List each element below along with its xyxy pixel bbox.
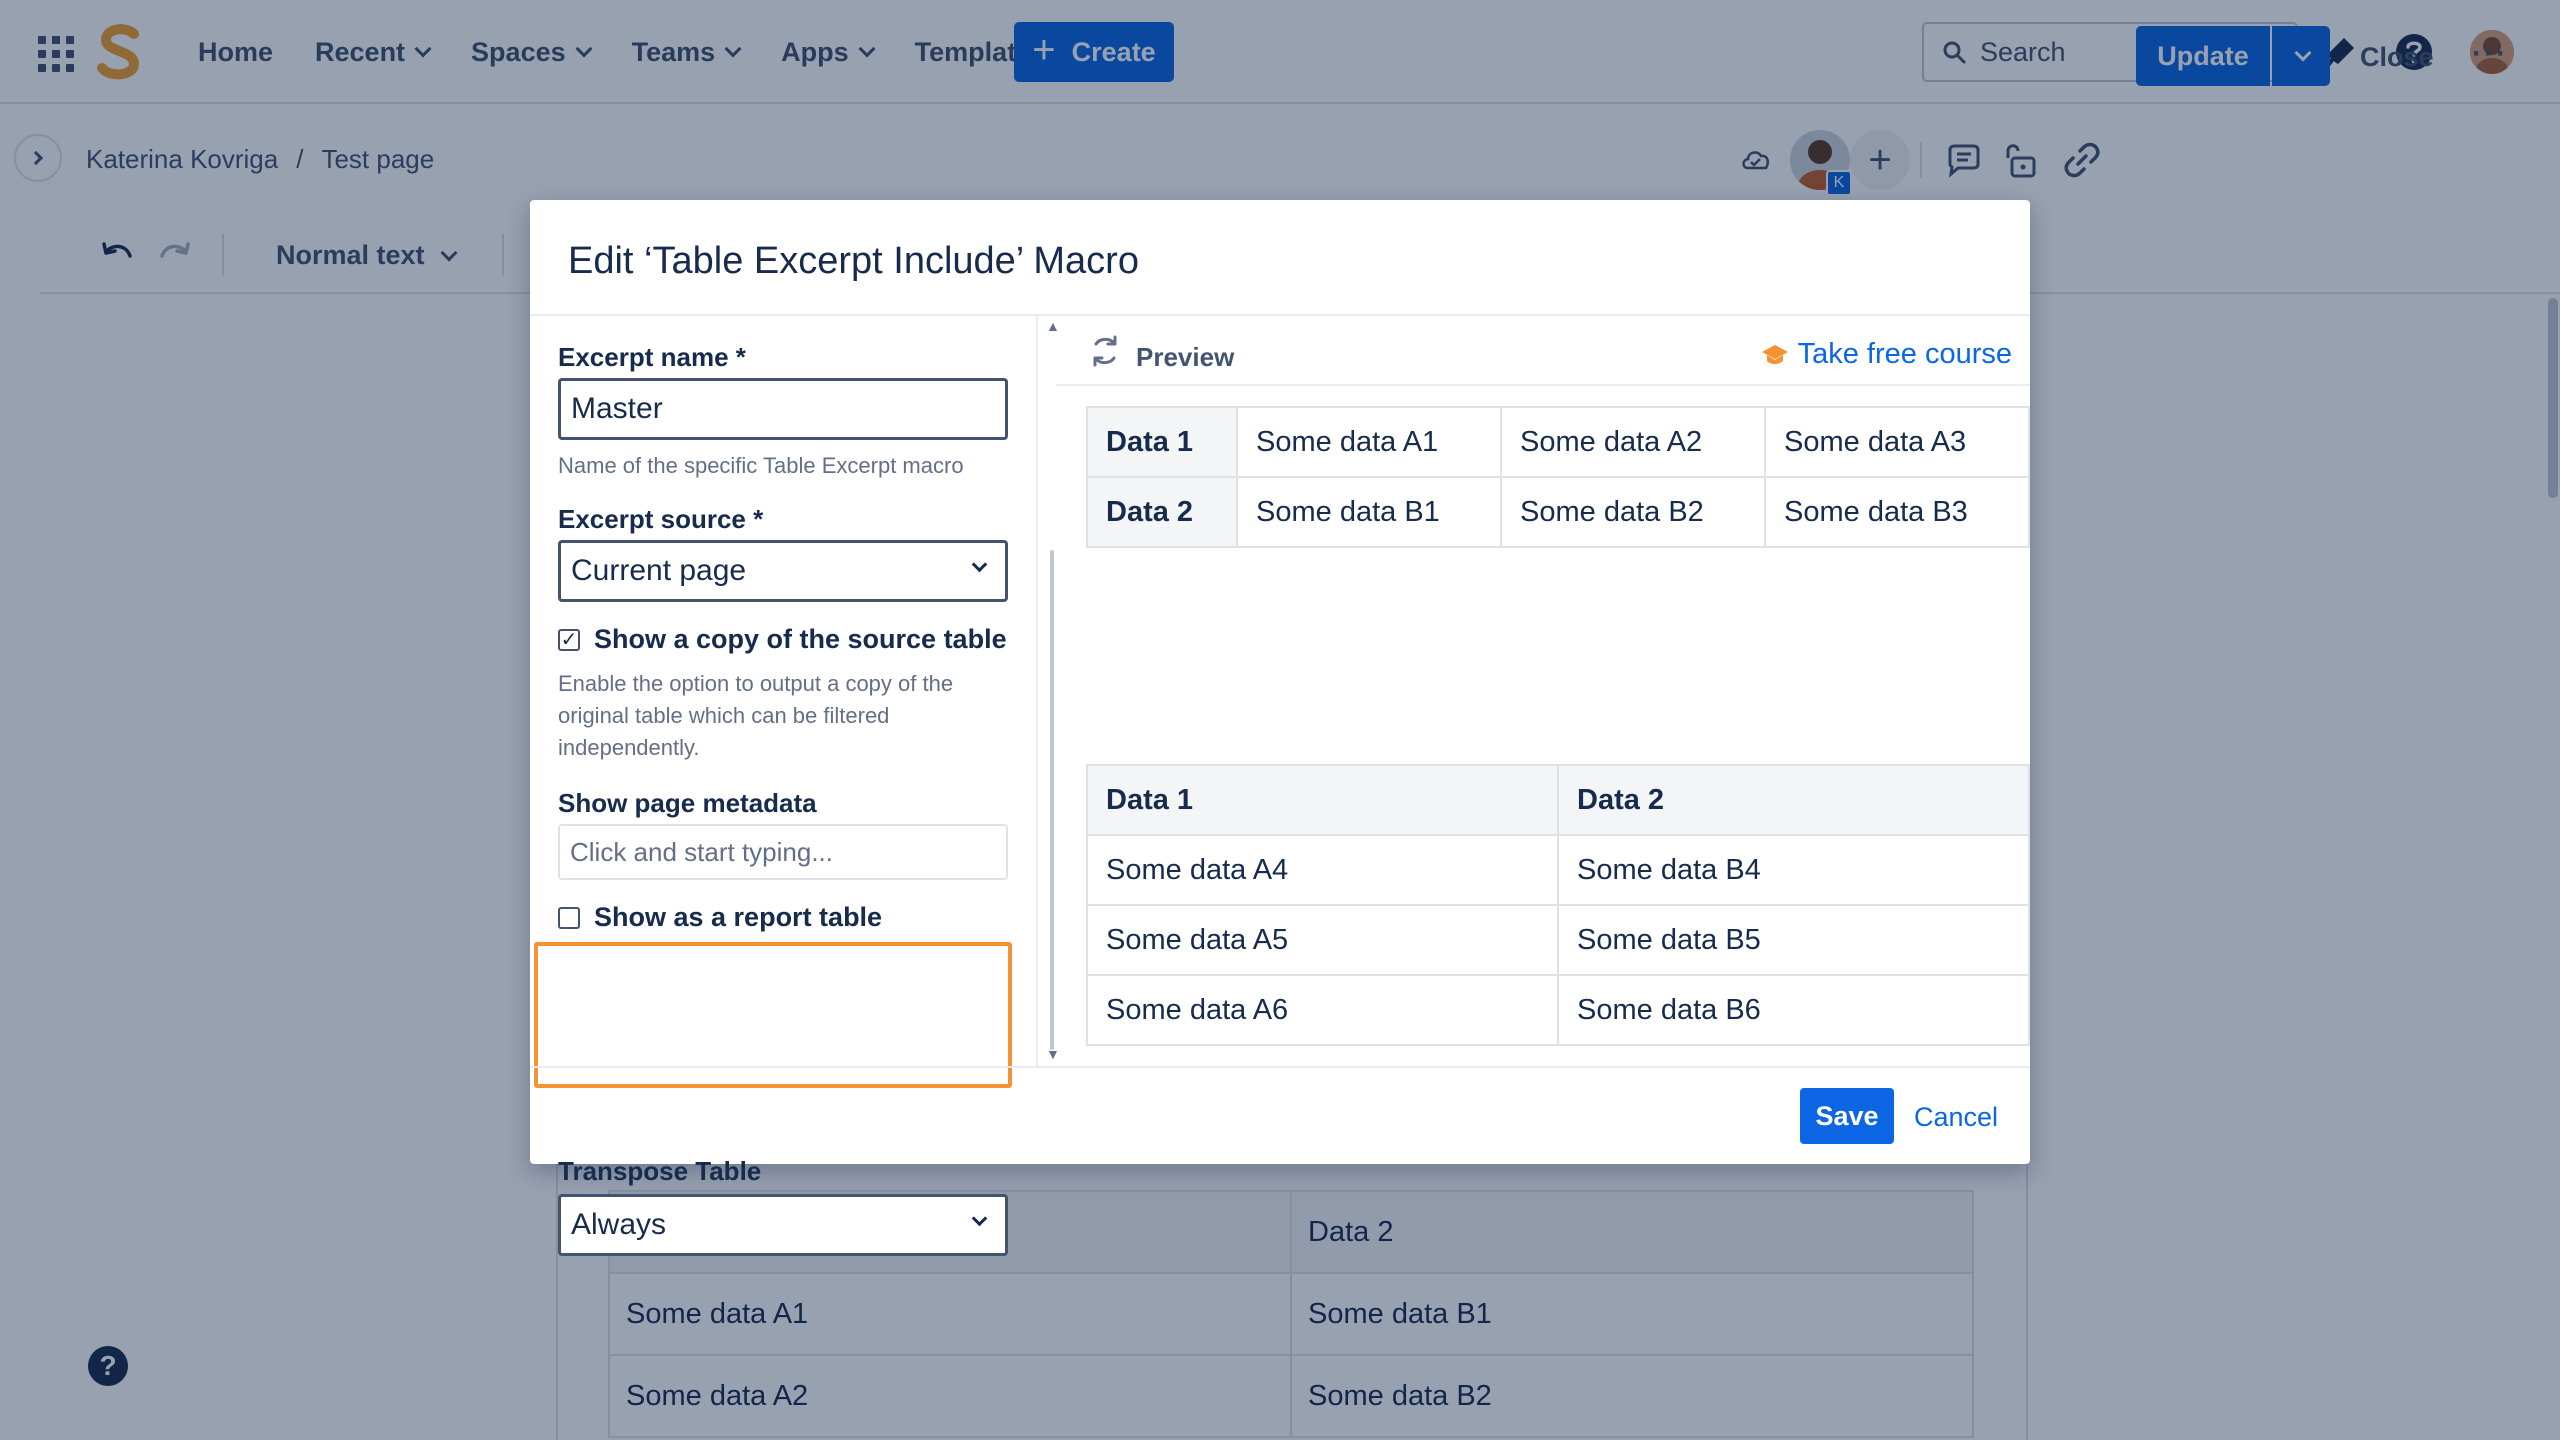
excerpt-source-select[interactable]: Current page bbox=[558, 540, 1008, 602]
divider bbox=[530, 1066, 2030, 1068]
preview-panel: Preview Take free course Data 1 Some dat… bbox=[1056, 318, 2030, 1066]
report-table-checkbox[interactable] bbox=[558, 906, 580, 929]
preview-label: Preview bbox=[1136, 342, 1235, 372]
show-copy-label: Show a copy of the source table bbox=[594, 624, 1007, 654]
table-cell: Some data A4 bbox=[1086, 834, 1559, 906]
table-cell: Some data A1 bbox=[1236, 406, 1502, 478]
excerpt-name-value: Master bbox=[571, 392, 663, 425]
preview-table-copy: Data 1 Data 2 Some data A4 Some data B4 … bbox=[1086, 764, 2030, 1046]
table-cell: Some data B4 bbox=[1557, 834, 2030, 906]
page-metadata-placeholder: Click and start typing... bbox=[570, 836, 833, 867]
report-table-label: Show as a report table bbox=[594, 902, 883, 932]
dialog-title: Edit ‘Table Excerpt Include’ Macro bbox=[568, 240, 1139, 282]
chevron-down-icon bbox=[971, 1210, 988, 1227]
macro-edit-dialog: Edit ‘Table Excerpt Include’ Macro Excer… bbox=[530, 200, 2030, 1256]
table-row: Data 1 Some data A1 Some data A2 Some da… bbox=[1086, 406, 2030, 478]
excerpt-source-value: Current page bbox=[571, 554, 747, 587]
table-row: Some data A6 Some data B6 bbox=[1086, 974, 2030, 1046]
divider bbox=[530, 314, 2030, 316]
table-row: Some data A4 Some data B4 bbox=[1086, 834, 2030, 906]
graduation-cap-icon bbox=[1761, 344, 1788, 364]
table-cell: Some data A3 bbox=[1764, 406, 2030, 478]
table-row: Some data A5 Some data B5 bbox=[1086, 904, 2030, 976]
show-copy-checkbox[interactable]: ✓ bbox=[558, 628, 580, 651]
table-cell: Some data B6 bbox=[1557, 974, 2030, 1046]
preview-table-transposed: Data 1 Some data A1 Some data A2 Some da… bbox=[1086, 406, 2030, 548]
refresh-icon[interactable] bbox=[1088, 334, 1122, 368]
table-cell: Some data A5 bbox=[1086, 904, 1559, 976]
table-cell: Some data B5 bbox=[1557, 904, 2030, 976]
report-table-option[interactable]: Show as a report table bbox=[558, 902, 882, 933]
show-copy-option[interactable]: ✓ Show a copy of the source table bbox=[558, 624, 1007, 655]
excerpt-name-helper: Name of the specific Table Excerpt macro bbox=[558, 453, 964, 478]
page-metadata-label: Show page metadata bbox=[558, 788, 817, 818]
table-cell: Some data A2 bbox=[1500, 406, 1766, 478]
take-free-course-label: Take free course bbox=[1797, 338, 2012, 370]
save-label: Save bbox=[1815, 1100, 1879, 1131]
transpose-table-select[interactable]: Always bbox=[558, 1194, 1008, 1256]
table-row: Data 2 Some data B1 Some data B2 Some da… bbox=[1086, 476, 2030, 548]
table-header-cell: Data 2 bbox=[1557, 764, 2030, 836]
table-header-cell: Data 2 bbox=[1086, 476, 1238, 548]
excerpt-source-label: Excerpt source * bbox=[558, 504, 764, 534]
transpose-table-label: Transpose Table bbox=[558, 1156, 762, 1186]
cancel-button[interactable]: Cancel bbox=[1914, 1102, 1998, 1133]
excerpt-name-label: Excerpt name * bbox=[558, 342, 746, 372]
take-free-course-link[interactable]: Take free course bbox=[1760, 338, 2012, 371]
table-cell: Some data A6 bbox=[1086, 974, 1559, 1046]
show-copy-helper: Enable the option to output a copy of th… bbox=[558, 671, 954, 760]
save-button[interactable]: Save bbox=[1800, 1088, 1894, 1144]
transpose-table-value: Always bbox=[571, 1208, 667, 1241]
divider bbox=[1036, 316, 1038, 1066]
chevron-down-icon bbox=[971, 556, 988, 573]
table-cell: Some data B1 bbox=[1236, 476, 1502, 548]
preview-header: Preview Take free course bbox=[1056, 318, 2030, 386]
table-row: Data 1 Data 2 bbox=[1086, 764, 2030, 836]
panel-scrollbar-thumb[interactable] bbox=[1050, 550, 1054, 1050]
table-cell: Some data B3 bbox=[1764, 476, 2030, 548]
table-cell: Some data B2 bbox=[1500, 476, 1766, 548]
table-header-cell: Data 1 bbox=[1086, 764, 1559, 836]
excerpt-name-input[interactable]: Master bbox=[558, 378, 1008, 440]
table-header-cell: Data 1 bbox=[1086, 406, 1238, 478]
page-metadata-input[interactable]: Click and start typing... bbox=[558, 824, 1008, 880]
